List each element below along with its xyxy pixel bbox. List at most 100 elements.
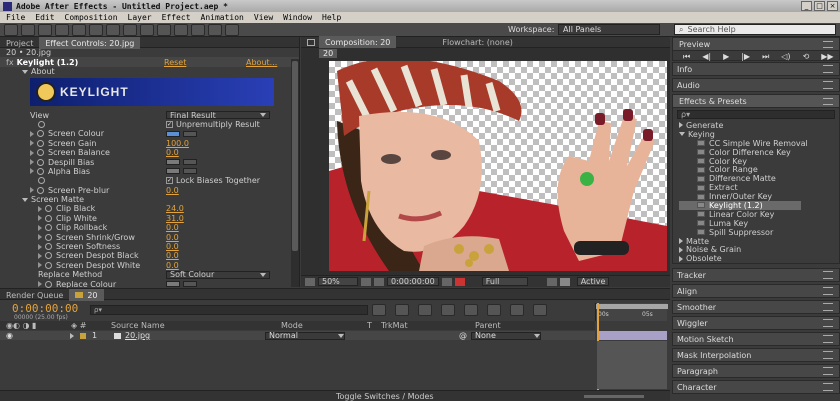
expand-triangle-icon[interactable] [22,197,28,202]
fx-property-row[interactable]: Replace Method Soft Colour [0,270,299,279]
time-ruler[interactable]: 00s 05s [595,303,668,321]
fx-property-row[interactable]: Screen Softness 0.0 [0,242,299,251]
eraser-tool-icon[interactable] [191,23,205,36]
color-swatch[interactable] [166,159,180,166]
composition-viewer[interactable] [329,61,667,271]
keying-effect-item[interactable]: Color Range [679,165,839,174]
fx-property-row[interactable]: Screen Colour [0,129,299,138]
zoom-dropdown[interactable]: 50% [318,277,358,286]
effect-controls-scrollbar[interactable] [291,59,299,287]
workspace-dropdown[interactable]: All Panels [558,24,660,35]
motion-blur-icon[interactable] [487,304,501,316]
mask-visibility-icon[interactable] [374,277,384,286]
fx-property-row[interactable]: Screen Despot Black 0.0 [0,251,299,260]
col-trkmat[interactable]: TrkMat [381,321,475,330]
panel-menu-icon[interactable] [823,81,833,89]
col-source-name[interactable]: Source Name [111,321,281,330]
stopwatch-icon[interactable] [45,280,52,288]
tab-composition[interactable]: Composition: 20 [319,36,397,48]
shy-layers-icon[interactable] [441,304,455,316]
panel-menu-icon[interactable] [823,65,833,73]
collapsed-panel-align[interactable]: Align [672,284,840,298]
expand-triangle-icon[interactable] [30,130,34,137]
stopwatch-icon[interactable] [45,243,52,251]
tab-effect-controls[interactable]: Effect Controls: 20.jpg [39,37,141,49]
panel-menu-icon[interactable] [823,383,833,391]
mask-tool-icon[interactable] [106,23,120,36]
stopwatch-icon[interactable] [38,120,45,128]
collapsed-panel-paragraph[interactable]: Paragraph [672,364,840,378]
keying-effect-item[interactable]: Difference Matte [679,174,839,183]
stopwatch-icon[interactable] [45,252,52,260]
stopwatch-icon[interactable] [45,224,52,232]
keying-effect-item[interactable]: CC Simple Wire Removal [679,139,839,148]
fx-property-value[interactable]: 0.0 [166,148,179,157]
about-row[interactable]: About [0,67,299,76]
collapsed-panel-character[interactable]: Character [672,380,840,394]
panel-menu-icon[interactable] [823,271,833,279]
scroll-thumb[interactable] [292,61,298,251]
eyedropper-icon[interactable] [183,168,197,175]
category-obsolete[interactable]: Obsolete [679,254,839,263]
fx-property-row[interactable]: View Final Result [0,110,299,120]
stopwatch-icon[interactable] [45,214,52,222]
fx-property-value[interactable]: 100.0 [166,139,189,148]
fx-property-row[interactable]: Screen Balance 0.0 [0,148,299,157]
col-mode[interactable]: Mode [281,321,367,330]
collapsed-panel-wiggler[interactable]: Wiggler [672,316,840,330]
type-tool-icon[interactable] [140,23,154,36]
transparency-grid-icon[interactable] [559,277,570,286]
expand-triangle-icon[interactable] [38,224,42,231]
camera-tool-icon[interactable] [72,23,86,36]
ram-preview-icon[interactable]: ▶▶ [821,52,833,62]
fx-property-row[interactable]: Alpha Bias [0,167,299,176]
fx-color-swatch[interactable] [166,130,197,137]
keying-effect-item[interactable]: Inner/Outer Key [679,192,839,201]
stopwatch-icon[interactable] [38,177,45,185]
zoom-tool-icon[interactable] [38,23,52,36]
expand-triangle-icon[interactable] [30,187,34,194]
col-t[interactable]: T [367,321,381,330]
expand-triangle-icon[interactable] [30,168,34,175]
expand-triangle-icon[interactable] [38,205,42,212]
stopwatch-icon[interactable] [45,233,52,241]
reset-button[interactable]: Reset [164,58,186,67]
stopwatch-icon[interactable] [45,205,52,213]
help-search-input[interactable]: ⌕ Search Help [674,24,836,35]
minimize-button[interactable]: _ [801,1,812,11]
frame-blending-icon[interactable] [464,304,478,316]
panel-menu-icon[interactable] [823,97,833,105]
layer-row[interactable]: ◉ 1 20.jpg Normal @ None [0,331,595,340]
always-preview-icon[interactable] [305,277,315,286]
zoom-slider[interactable] [583,394,644,398]
expand-triangle-icon[interactable] [38,252,42,259]
keying-effect-item[interactable]: Color Key [679,157,839,166]
pen-tool-icon[interactable] [123,23,137,36]
mute-icon[interactable]: ◁) [781,52,790,62]
layer-expand-icon[interactable] [70,332,74,339]
tab-timeline-comp[interactable]: 20 [69,289,104,301]
expand-triangle-icon[interactable] [30,140,34,147]
keying-effect-item[interactable]: Spill Suppressor [679,228,839,237]
viewer-timecode[interactable]: 0:00:00:00 [387,277,439,286]
brush-tool-icon[interactable] [157,23,171,36]
effects-presets-title[interactable]: Effects & Presets [679,97,747,106]
draft-3d-icon[interactable] [418,304,432,316]
region-of-interest-icon[interactable] [546,277,557,286]
checkbox-checked-icon[interactable]: ✓ [166,177,173,185]
fx-property-value[interactable]: 0.0 [166,233,179,242]
expand-triangle-icon[interactable] [38,234,42,241]
clone-stamp-tool-icon[interactable] [174,23,188,36]
snapshot-icon[interactable] [441,277,452,286]
menu-animation[interactable]: Animation [201,13,244,22]
fx-property-row[interactable]: Screen Gain 100.0 [0,139,299,148]
pan-behind-tool-icon[interactable] [89,23,103,36]
timeline-search-input[interactable]: ρ▾ [90,305,368,315]
stopwatch-icon[interactable] [37,130,44,138]
about-link[interactable]: About... [246,58,277,67]
fx-icon[interactable]: fx [6,58,14,67]
col-parent[interactable]: Parent [475,321,535,330]
selection-tool-icon[interactable] [4,23,18,36]
fx-property-row[interactable]: Clip White 31.0 [0,214,299,223]
fx-property-row[interactable]: Screen Pre-blur 0.0 [0,186,299,195]
